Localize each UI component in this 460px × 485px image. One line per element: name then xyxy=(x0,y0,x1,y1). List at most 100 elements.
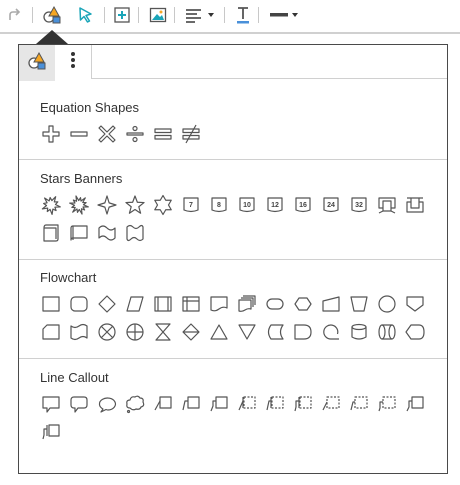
shape-star-6[interactable] xyxy=(152,194,174,216)
shape-stored-data[interactable] xyxy=(264,321,286,343)
shape-explosion-1[interactable] xyxy=(40,194,62,216)
shape-decision[interactable] xyxy=(96,293,118,315)
svg-text:16: 16 xyxy=(299,202,307,209)
shape-explosion-2[interactable] xyxy=(68,194,90,216)
shape-predefined-process[interactable] xyxy=(152,293,174,315)
shape-connector[interactable] xyxy=(376,293,398,315)
shape-alternate-process[interactable] xyxy=(68,293,90,315)
shape-cloud-callout[interactable] xyxy=(124,393,146,415)
shape-line-callout-4[interactable] xyxy=(404,393,426,415)
shape-star-12[interactable]: 12 xyxy=(264,194,286,216)
shape-ribbon-up[interactable] xyxy=(404,194,426,216)
manual-operation-icon xyxy=(349,294,369,314)
shape-star-10[interactable]: 10 xyxy=(236,194,258,216)
shape-delay[interactable] xyxy=(292,321,314,343)
insert-textbox-icon[interactable] xyxy=(110,4,134,26)
shape-card[interactable] xyxy=(40,321,62,343)
shape-not-equal[interactable] xyxy=(180,123,202,145)
shape-equal[interactable] xyxy=(152,123,174,145)
shape-merge[interactable] xyxy=(236,321,258,343)
shape-line-callout-3-accent[interactable] xyxy=(292,393,314,415)
shape-data[interactable] xyxy=(124,293,146,315)
shape-double-wave[interactable] xyxy=(124,222,146,244)
punched-tape-icon xyxy=(69,322,89,342)
align-icon[interactable] xyxy=(183,4,217,26)
shape-extract[interactable] xyxy=(208,321,230,343)
image-icon[interactable] xyxy=(146,4,170,26)
section-divider xyxy=(19,259,447,260)
shape-star-4[interactable] xyxy=(96,194,118,216)
shape-document[interactable] xyxy=(208,293,230,315)
shape-display[interactable] xyxy=(404,321,426,343)
popover-pointer xyxy=(36,30,68,44)
shape-line-callout-2[interactable] xyxy=(180,393,202,415)
shape-line-callout-1-border[interactable] xyxy=(320,393,342,415)
shape-rounded-rect-callout[interactable] xyxy=(68,393,90,415)
shape-star-16[interactable]: 16 xyxy=(292,194,314,216)
delay-icon xyxy=(293,322,313,342)
shape-plus[interactable] xyxy=(40,123,62,145)
line-callout-3-border-icon xyxy=(377,394,397,414)
line-callout-3-accent-icon xyxy=(293,394,313,414)
shape-or[interactable] xyxy=(124,321,146,343)
shape-multidocument[interactable] xyxy=(236,293,258,315)
process-icon xyxy=(41,294,61,314)
shape-star-24[interactable]: 24 xyxy=(320,194,342,216)
line-style-icon[interactable] xyxy=(268,4,302,26)
shape-rect-callout[interactable] xyxy=(40,393,62,415)
shape-minus[interactable] xyxy=(68,123,90,145)
tab-shapes[interactable] xyxy=(19,45,55,81)
line-callout-1-border-icon xyxy=(321,394,341,414)
shape-process[interactable] xyxy=(40,293,62,315)
double-wave-icon xyxy=(125,223,145,243)
shape-line-callout-1[interactable] xyxy=(152,393,174,415)
shape-line-callout-3-border[interactable] xyxy=(376,393,398,415)
shape-line-callout-3[interactable] xyxy=(208,393,230,415)
shape-sort[interactable] xyxy=(180,321,202,343)
shape-direct-access-storage[interactable] xyxy=(376,321,398,343)
shapes-icon xyxy=(27,51,47,76)
shape-oval-callout[interactable] xyxy=(96,393,118,415)
shape-star-32[interactable]: 32 xyxy=(348,194,370,216)
tab-more-options[interactable] xyxy=(55,45,92,79)
shape-internal-storage[interactable] xyxy=(180,293,202,315)
shape-preparation[interactable] xyxy=(292,293,314,315)
shape-line-callout-1-accent[interactable] xyxy=(236,393,258,415)
shape-line-callout-4-accent[interactable] xyxy=(40,421,62,443)
shape-multiply[interactable] xyxy=(96,123,118,145)
shape-sequential-storage[interactable] xyxy=(320,321,342,343)
redo-icon[interactable] xyxy=(2,4,26,26)
shapes-icon[interactable] xyxy=(40,4,64,26)
toolbar-divider xyxy=(104,7,105,23)
terminator-icon xyxy=(265,294,285,314)
multiply-icon xyxy=(97,124,117,144)
oval-callout-icon xyxy=(97,394,117,414)
shape-star-8[interactable]: 8 xyxy=(208,194,230,216)
shape-star-7[interactable]: 7 xyxy=(180,194,202,216)
shape-terminator[interactable] xyxy=(264,293,286,315)
section-title: Stars Banners xyxy=(40,171,123,186)
shape-collate[interactable] xyxy=(152,321,174,343)
star-6-icon xyxy=(153,195,173,215)
star-8-icon: 8 xyxy=(209,195,229,215)
shape-scroll-horizontal[interactable] xyxy=(68,222,90,244)
text-color-icon[interactable] xyxy=(231,4,255,26)
shape-manual-input[interactable] xyxy=(320,293,342,315)
summing-junction-icon xyxy=(97,322,117,342)
shape-offpage-connector[interactable] xyxy=(404,293,426,315)
shape-divide[interactable] xyxy=(124,123,146,145)
star-4-icon xyxy=(97,195,117,215)
shape-line-callout-2-border[interactable] xyxy=(348,393,370,415)
shape-magnetic-disk[interactable] xyxy=(348,321,370,343)
rect-callout-icon xyxy=(41,394,61,414)
shape-wave[interactable] xyxy=(96,222,118,244)
shape-scroll-vertical[interactable] xyxy=(40,222,62,244)
direct-access-storage-icon xyxy=(377,322,397,342)
shape-line-callout-2-accent[interactable] xyxy=(264,393,286,415)
shape-manual-operation[interactable] xyxy=(348,293,370,315)
shape-star-5[interactable] xyxy=(124,194,146,216)
pointer-icon[interactable] xyxy=(74,4,98,26)
shape-summing-junction[interactable] xyxy=(96,321,118,343)
shape-punched-tape[interactable] xyxy=(68,321,90,343)
shape-ribbon-down[interactable] xyxy=(376,194,398,216)
